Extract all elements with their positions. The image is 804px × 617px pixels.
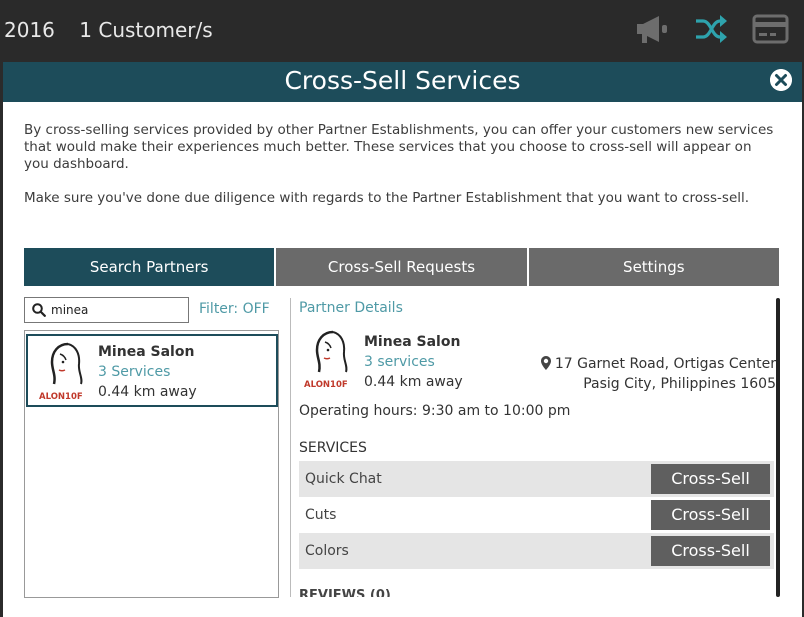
services-list: Quick Chat Cross-Sell Cuts Cross-Sell Co… <box>299 461 774 569</box>
cross-sell-button[interactable]: Cross-Sell <box>651 464 770 494</box>
close-icon[interactable] <box>770 69 792 91</box>
partner-services-link[interactable]: 3 services <box>364 354 435 370</box>
svg-text:ALON10F: ALON10F <box>304 380 348 390</box>
partner-details-panel: Partner Details ALON10F Minea Salon 3 se… <box>290 298 780 597</box>
address-line-2: Pasig City, Philippines 1605 <box>583 376 776 392</box>
svg-text:ALON10F: ALON10F <box>39 392 83 402</box>
service-row: Quick Chat Cross-Sell <box>299 461 774 497</box>
map-pin-icon <box>540 356 551 370</box>
service-name: Quick Chat <box>305 471 382 487</box>
tab-bar: Search Partners Cross-Sell Requests Sett… <box>24 248 779 286</box>
service-name: Cuts <box>305 507 337 523</box>
operating-hours: Operating hours: 9:30 am to 10:00 pm <box>299 403 571 419</box>
dashboard-stats: 2016 1 Customer/s <box>4 18 231 42</box>
address-line-1: 17 Garnet Road, Ortigas Center <box>554 356 776 372</box>
services-heading: SERVICES <box>299 440 367 456</box>
tab-search-partners[interactable]: Search Partners <box>24 248 275 286</box>
result-distance: 0.44 km away <box>98 384 197 400</box>
filter-toggle[interactable]: Filter: OFF <box>199 301 270 317</box>
credit-card-icon[interactable] <box>752 12 790 46</box>
service-name: Colors <box>305 543 349 559</box>
tab-settings[interactable]: Settings <box>528 248 779 286</box>
top-bar: 2016 1 Customer/s <box>0 0 804 60</box>
partner-name: Minea Salon <box>364 334 461 350</box>
stat-customers: 1 Customer/s <box>79 18 213 42</box>
service-row: Cuts Cross-Sell <box>299 497 774 533</box>
shuffle-icon[interactable] <box>694 12 728 46</box>
partner-distance: 0.44 km away <box>364 374 463 390</box>
partner-address: 17 Garnet Road, Ortigas Center Pasig Cit… <box>540 354 776 394</box>
service-row: Colors Cross-Sell <box>299 533 774 569</box>
list-item[interactable]: ALON10F Minea Salon 3 Services 0.44 km a… <box>26 334 278 407</box>
modal-title: Cross-Sell Services <box>284 66 521 95</box>
partner-logo: ALON10F <box>304 330 348 390</box>
intro-text: By cross-selling services provided by ot… <box>24 122 779 207</box>
search-results-list: ALON10F Minea Salon 3 Services 0.44 km a… <box>24 330 279 598</box>
search-icon <box>32 303 46 317</box>
search-box <box>24 297 189 323</box>
partner-details-title: Partner Details <box>299 300 403 316</box>
salon-logo: ALON10F <box>39 342 83 402</box>
intro-paragraph-2: Make sure you've done due diligence with… <box>24 190 750 206</box>
result-services-link[interactable]: 3 Services <box>98 364 170 380</box>
cross-sell-modal: Cross-Sell Services By cross-selling ser… <box>3 62 802 617</box>
intro-paragraph-1: By cross-selling services provided by ot… <box>24 122 774 172</box>
reviews-heading: REVIEWS (0) <box>299 588 391 597</box>
modal-header: Cross-Sell Services <box>3 62 802 102</box>
megaphone-icon[interactable] <box>634 12 670 46</box>
cross-sell-button[interactable]: Cross-Sell <box>651 500 770 530</box>
cross-sell-button[interactable]: Cross-Sell <box>651 536 770 566</box>
tab-cross-sell-requests[interactable]: Cross-Sell Requests <box>276 248 527 286</box>
details-scrollbar[interactable] <box>776 298 780 597</box>
result-name: Minea Salon <box>98 344 195 360</box>
stat-year: 2016 <box>4 18 55 42</box>
search-input[interactable] <box>51 301 181 319</box>
